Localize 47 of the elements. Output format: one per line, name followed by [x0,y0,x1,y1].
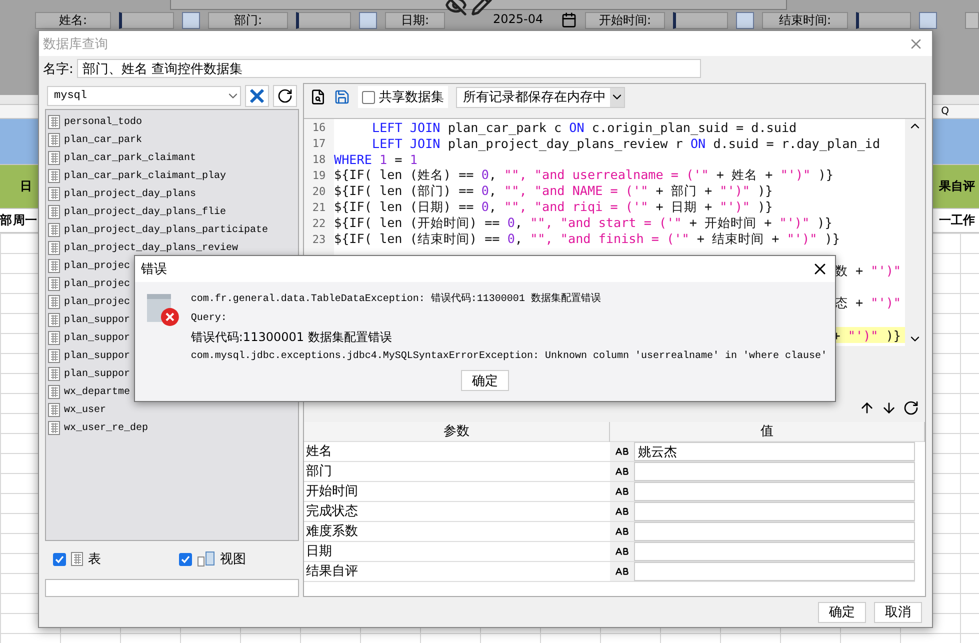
error-message: com.mysql.jdbc.exceptions.jdbc4.MySQLSyntaxErrorException: Unknown column 'userrealname' in 'where clause' [190,350,827,364]
error-title: 错误 [141,261,167,278]
code-line: 数 + "')" [834,262,902,280]
error-message: com.fr.general.data.TableDataException: 错误代码:11300001 数据集配置错误 [190,292,602,307]
filter-label: 结束时间: [762,12,848,29]
code-line: ${IF( len (姓名) == 0, "", "and userrealname = ('" + 姓名 + "')" )} [334,166,834,184]
sheet-cell: 部 [0,212,13,229]
sheet-cell: 周一 [13,212,38,229]
code-line: WHERE 1 = 1 [334,152,418,166]
filter-label: 开始时间: [585,12,665,29]
param-name: 结果自评 [305,563,359,581]
name-label: 名字: [43,60,74,78]
line-number: 16 [311,120,327,134]
code-line: 态 + "')" [834,294,902,312]
column-header: Q [940,106,950,117]
filter-label: 日期: [385,12,445,29]
error-message: Query: [190,312,228,326]
sheet-cell-text: 一工作 [938,212,976,229]
line-number: 23 [311,232,327,246]
checkbox-label: 共享数据集 [379,89,444,106]
code-line: ${IF( len (日期) == 0, "", "and riqi = ('" + 日期 + "')" )} [334,198,773,216]
checkbox-label: 视图 [220,551,246,568]
code-line: LEFT JOIN plan_car_park c ON c.origin_plan_suid = d.suid [371,120,797,134]
param-name: 难度系数 [305,523,359,541]
window-title: 数据库查询 [43,36,108,52]
param-name: 日期 [305,543,333,561]
code-line: ${IF( len (部门) == 0, "", "and NAME = ('" + 部门 + "')" )} [334,182,773,200]
code-line: ${IF( len (开始时间) == 0, "", "and start = ('" + 开始时间 + "')" )} [334,214,832,232]
code-line: LEFT JOIN plan_project_day_plans_review r ON d.suid = r.day_plan_id [371,136,880,150]
line-number: 19 [311,168,327,182]
code-line: ${IF( len (结束时间) == 0, "", "and finish = ('" + 结束时间 + "')" )} [334,230,840,248]
line-number: 17 [311,136,327,150]
filter-label: 部门: [208,12,288,29]
line-number: 21 [311,200,327,214]
param-name: 完成状态 [305,503,359,521]
param-name: 开始时间 [305,483,359,501]
column-header: 参数 [304,422,610,442]
checkbox-label: 表 [88,551,101,568]
line-number: 22 [311,216,327,230]
line-number: 20 [311,184,327,198]
param-name: 姓名 [305,443,333,461]
line-number: 18 [311,152,327,166]
error-message: 错误代码:11300001 数据集配置错误 [190,330,393,345]
sheet-cell-text: 果自评 [938,178,976,195]
sheet-cell-text: 日 [19,178,33,195]
param-name: 部门 [305,463,333,481]
filter-label: 姓名: [35,12,111,29]
